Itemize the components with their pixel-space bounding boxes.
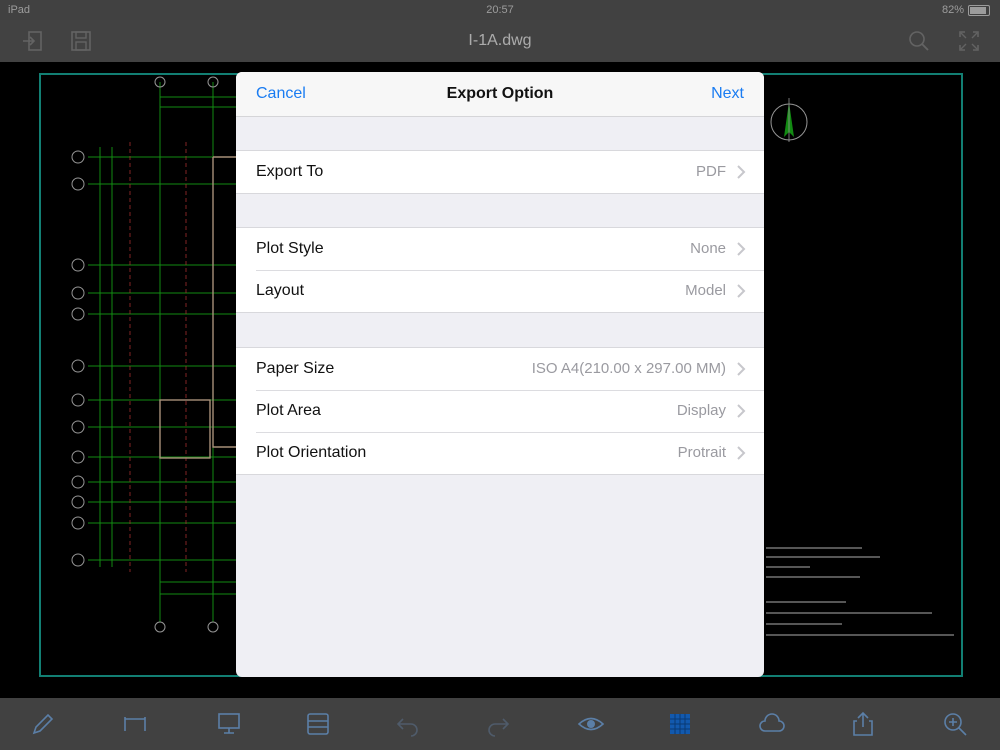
chevron-right-icon [737,362,746,376]
row-value: None [690,240,726,257]
export-to-row[interactable]: Export To PDF [236,151,764,193]
plot-style-row[interactable]: Plot Style None [236,228,764,270]
row-value: Model [685,282,726,299]
paper-settings-group: Paper Size ISO A4(210.00 x 297.00 MM) Pl… [236,347,764,475]
plot-orientation-row[interactable]: Plot Orientation Protrait [236,432,764,474]
chevron-right-icon [737,242,746,256]
layout-row[interactable]: Layout Model [236,270,764,312]
chevron-right-icon [737,284,746,298]
row-value: Protrait [677,444,726,461]
dialog-title: Export Option [446,85,554,102]
row-label: Layout [256,282,305,299]
next-button[interactable]: Next [711,85,744,103]
export-target-group: Export To PDF [236,150,764,194]
row-label: Paper Size [256,360,335,377]
row-label: Export To [256,163,324,180]
chevron-right-icon [737,165,746,179]
chevron-right-icon [737,404,746,418]
plot-settings-group: Plot Style None Layout Model [236,227,764,313]
chevron-right-icon [737,446,746,460]
row-label: Plot Orientation [256,444,367,461]
row-label: Plot Style [256,240,324,257]
row-value: ISO A4(210.00 x 297.00 MM) [531,360,726,377]
row-label: Plot Area [256,402,321,419]
row-value: PDF [696,163,726,180]
dialog-header: Cancel Export Option Next [236,72,764,117]
paper-size-row[interactable]: Paper Size ISO A4(210.00 x 297.00 MM) [236,348,764,390]
export-option-dialog: Cancel Export Option Next Export To PDF … [236,72,764,677]
row-value: Display [676,402,726,419]
plot-area-row[interactable]: Plot Area Display [236,390,764,432]
